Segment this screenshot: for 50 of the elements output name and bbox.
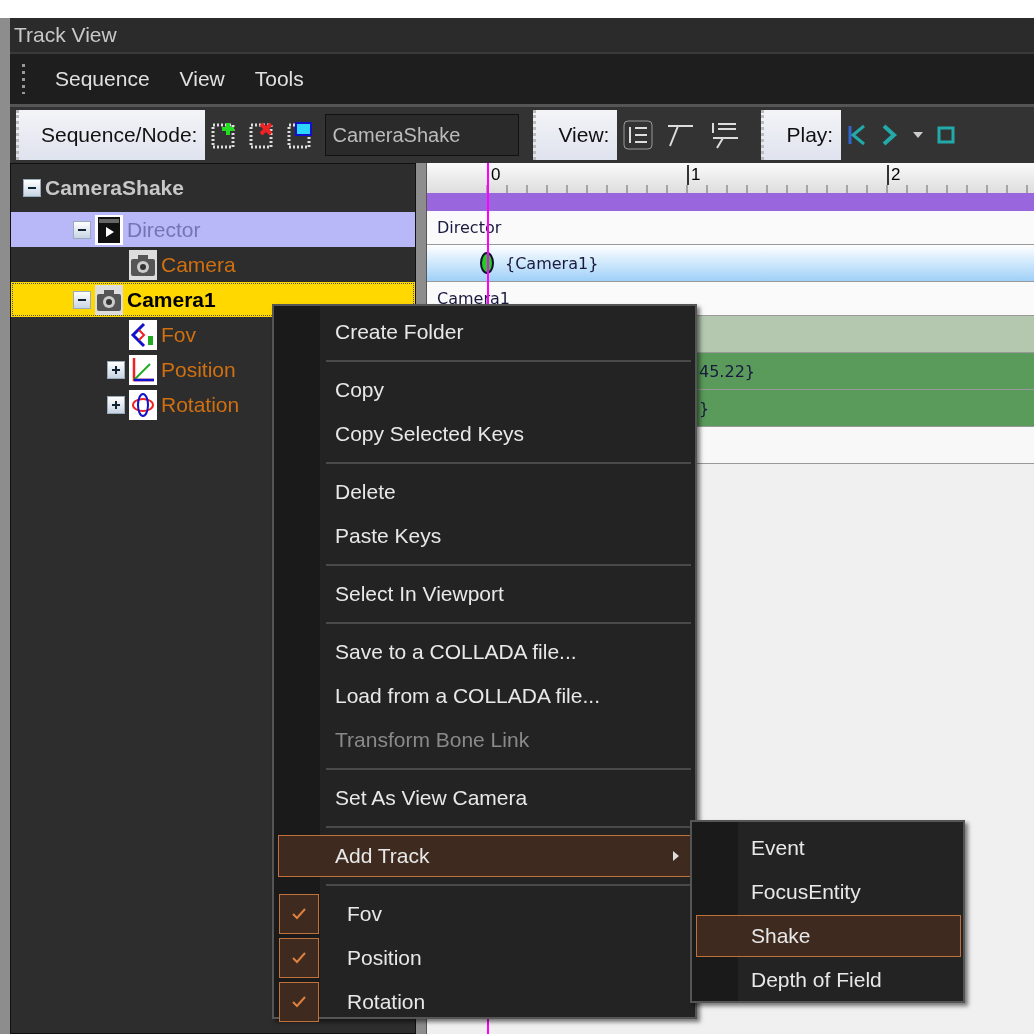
ruler-label: 1 [687,165,701,185]
menu-item[interactable]: Rotation [278,981,691,1023]
angle-icon [129,319,157,350]
time-ruler[interactable]: 0 1 2 [427,163,1034,193]
ruler-label: 2 [887,165,901,185]
menu-item[interactable]: Save to a COLLADA file... [278,631,691,673]
menu-item[interactable]: Paste Keys [278,515,691,557]
plus-icon [111,399,121,410]
menu-item[interactable]: Set As View Camera [278,777,691,819]
window-title: Track View [14,23,117,47]
tree-label: Camera [161,252,236,277]
rotation-icon [129,389,157,420]
sequence-name-field[interactable]: CameraShake [325,114,520,156]
menu-item[interactable]: Shake [696,915,961,957]
plus-icon [111,364,121,375]
toolbar-label: View: [533,110,618,160]
menu-item[interactable]: Position [278,937,691,979]
menu-item[interactable]: Fov [278,893,691,935]
track-text: 45.22} [699,361,755,381]
tree-label: Director [127,217,201,242]
tree-label: Rotation [161,392,240,417]
menu-item[interactable]: Depth of Field [696,959,961,1001]
track-text: } [699,398,710,418]
menu-item[interactable]: Event [696,827,961,869]
tree-label: Camera1 [127,287,216,312]
menu-item[interactable]: FocusEntity [696,871,961,913]
menu-item[interactable]: Delete [278,471,691,513]
track-row[interactable]: {Camera1} [427,245,1034,282]
toolbar-label: Play: [761,110,842,160]
menu-item[interactable]: Tools [254,67,304,91]
tree-label: Fov [161,322,196,347]
track-text: {Camera1} [505,253,599,273]
menu-item[interactable]: Load from a COLLADA file... [278,675,691,717]
clapperboard-icon [95,214,123,245]
toolbar-label: Sequence/Node: [16,110,206,160]
tree-label: CameraShake [45,176,184,200]
expand-toggle[interactable] [107,395,125,414]
collapse-toggle[interactable] [23,179,41,197]
tree-row[interactable]: CameraShake [11,164,415,212]
camera-icon [95,284,123,315]
camera-icon [129,249,157,280]
submenu-arrow-icon [672,850,680,862]
menu-item[interactable]: Sequence [55,67,150,91]
tree-label: Position [161,357,236,382]
menu-item[interactable]: Add Track [278,835,691,877]
collapse-toggle[interactable] [73,290,91,309]
expand-toggle[interactable] [107,360,125,379]
axes-icon [129,354,157,385]
menu-item[interactable]: View [179,67,225,91]
menu-item[interactable]: Select In Viewport [278,573,691,615]
